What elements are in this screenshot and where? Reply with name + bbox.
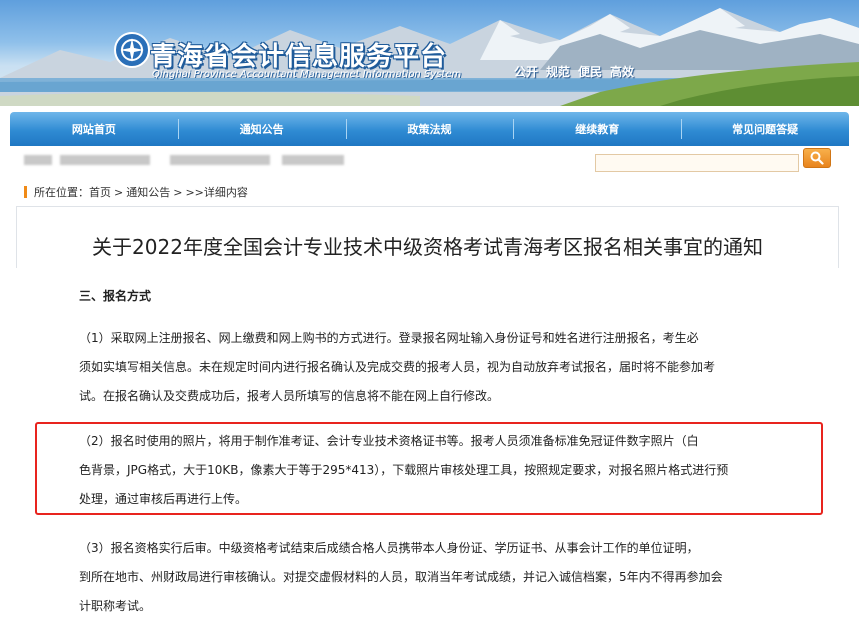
blurred-text xyxy=(60,155,150,165)
breadcrumb-prefix: 所在位置： xyxy=(34,186,89,199)
header-banner: 青海省会计信息服务平台 Qinghai Province Accountant … xyxy=(0,0,859,106)
paragraph-2: （2）报名时使用的照片，将用于制作准考证、会计专业技术资格证书等。报考人员须准备… xyxy=(79,427,819,514)
paragraph-line: （2）报名时使用的照片，将用于制作准考证、会计专业技术资格证书等。报考人员须准备… xyxy=(79,434,699,448)
paragraph-line: 到所在地市、州财政局进行审核确认。对提交虚假材料的人员，取消当年考试成绩，并记入… xyxy=(79,570,723,584)
breadcrumb-current: >>详细内容 xyxy=(185,186,248,199)
slogan-text: 便民 xyxy=(578,65,603,79)
nav-item-continuing-education[interactable]: 继续教育 xyxy=(513,112,681,146)
paragraph-line: 处理，通过审核后再进行上传。 xyxy=(79,492,248,506)
nav-item-faq[interactable]: 常见问题答疑 xyxy=(681,112,849,146)
nav-item-notices[interactable]: 通知公告 xyxy=(177,112,346,146)
page-title: 关于2022年度全国会计专业技术中级资格考试青海考区报名相关事宜的通知 xyxy=(92,235,763,259)
magnifier-icon xyxy=(810,151,824,165)
site-title: 青海省会计信息服务平台 xyxy=(150,42,448,72)
slogan-text: 公开 xyxy=(514,65,539,79)
nav-item-policies[interactable]: 政策法规 xyxy=(345,112,514,146)
breadcrumb-marker xyxy=(24,186,27,198)
site-logo-icon xyxy=(114,32,150,68)
breadcrumb-link-notices[interactable]: 通知公告 xyxy=(126,184,170,200)
paragraph-1: （1）采取网上注册报名、网上缴费和网上购书的方式进行。登录报名网址输入身份证号和… xyxy=(79,324,819,411)
breadcrumb-separator: > xyxy=(173,185,183,199)
slogan-text: 高效 xyxy=(610,65,635,79)
paragraph-3: （3）报名资格实行后审。中级资格考试结束后成绩合格人员携带本人身份证、学历证书、… xyxy=(79,534,819,621)
breadcrumb-link-home[interactable]: 首页 xyxy=(89,184,111,200)
breadcrumb: 所在位置： 首页 > 通知公告 > >>详细内容 xyxy=(24,184,248,200)
main-nav: 网站首页 通知公告 政策法规 继续教育 常见问题答疑 xyxy=(10,112,849,146)
paragraph-line: 色背景，JPG格式，大于10KB，像素大于等于295*413），下载照片审核处理… xyxy=(79,463,729,477)
section-heading: 三、报名方式 xyxy=(79,289,152,303)
blurred-text xyxy=(24,155,52,165)
slogan-text: 规范 xyxy=(546,65,571,79)
blurred-text xyxy=(170,155,270,165)
site-subtitle: Qinghai Province Accountant Managemet In… xyxy=(152,69,462,80)
slogan-group: 公开 规范 便民 高效 xyxy=(514,63,634,80)
blurred-text xyxy=(282,155,344,165)
nav-item-home[interactable]: 网站首页 xyxy=(10,112,178,146)
paragraph-line: 计职称考试。 xyxy=(79,599,152,613)
article-title-box: 关于2022年度全国会计专业技术中级资格考试青海考区报名相关事宜的通知 xyxy=(16,206,839,268)
paragraph-line: 须如实填写相关信息。未在规定时间内进行报名确认及完成交费的报考人员，视为自动放弃… xyxy=(79,360,716,374)
breadcrumb-separator: > xyxy=(114,185,124,199)
search-button[interactable] xyxy=(803,148,831,168)
paragraph-line: （1）采取网上注册报名、网上缴费和网上购书的方式进行。登录报名网址输入身份证号和… xyxy=(79,331,699,345)
search-input[interactable] xyxy=(595,154,799,172)
paragraph-line: （3）报名资格实行后审。中级资格考试结束后成绩合格人员携带本人身份证、学历证书、… xyxy=(79,541,699,555)
paragraph-line: 试。在报名确认及交费成功后，报考人员所填写的信息将不能在网上自行修改。 xyxy=(79,389,500,403)
